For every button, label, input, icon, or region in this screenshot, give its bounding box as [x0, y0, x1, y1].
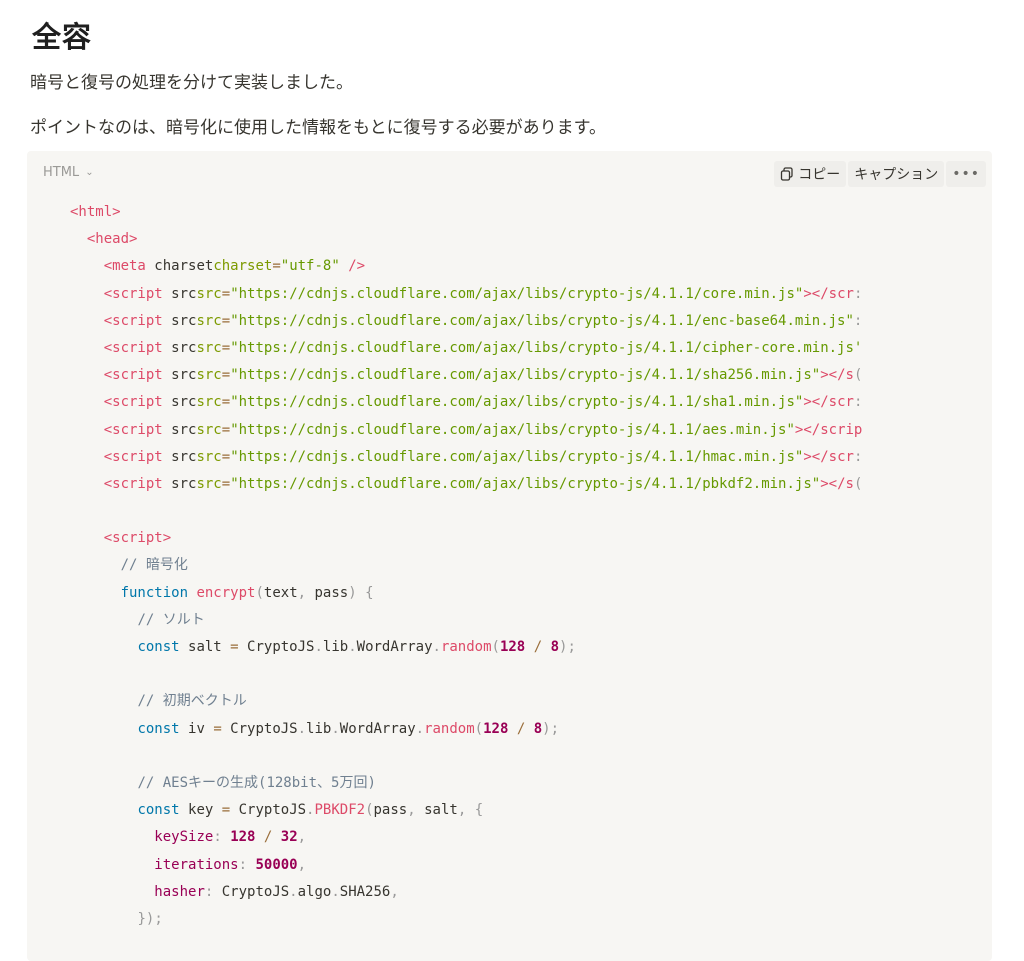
caption-label: キャプション	[854, 167, 939, 183]
page-heading: 全容	[32, 20, 93, 54]
code-block: HTML ⌄ コピー キャプション ••• <html> <head> <met…	[27, 151, 992, 961]
chevron-down-icon: ⌄	[85, 167, 94, 178]
code-line: hasher: CryptoJS.algo.SHA256,	[154, 883, 399, 900]
code-line: <script srcsrc="https://cdnjs.cloudflare…	[103, 339, 863, 356]
language-label: HTML	[43, 165, 80, 180]
code-line: <head>	[86, 231, 138, 248]
code-line: // 初期ベクトル	[137, 693, 247, 710]
code-line: iterations: 50000,	[154, 856, 307, 873]
caption-button[interactable]: キャプション	[848, 161, 945, 187]
code-line: <script srcsrc="https://cdnjs.cloudflare…	[103, 394, 863, 411]
code-line: // ソルト	[137, 611, 205, 628]
code-line: <script srcsrc="https://cdnjs.cloudflare…	[103, 448, 863, 465]
code-line: ​	[70, 498, 862, 525]
code-line: <script srcsrc="https://cdnjs.cloudflare…	[103, 421, 863, 438]
code-line: keySize: 128 / 32,	[154, 829, 307, 846]
copy-button[interactable]: コピー	[774, 161, 847, 187]
code-line: <script srcsrc="https://cdnjs.cloudflare…	[103, 475, 863, 492]
code-line: // 暗号化	[120, 557, 188, 574]
code-line: <script srcsrc="https://cdnjs.cloudflare…	[103, 367, 863, 384]
more-dots-icon: •••	[952, 166, 980, 182]
code-line: ​	[70, 661, 862, 688]
code-toolbar: コピー キャプション •••	[774, 161, 986, 187]
paragraph-intro: 暗号と復号の処理を分けて実装しました。	[30, 73, 353, 93]
code-line: <script srcsrc="https://cdnjs.cloudflare…	[103, 312, 863, 329]
paragraph-point: ポイントなのは、暗号化に使用した情報をもとに復号する必要があります。	[30, 118, 606, 138]
more-options-button[interactable]: •••	[946, 161, 986, 187]
code-line: <script srcsrc="https://cdnjs.cloudflare…	[103, 285, 863, 302]
code-line: const salt = CryptoJS.lib.WordArray.rand…	[137, 639, 576, 655]
code-line: function encrypt(text, pass) {	[120, 584, 374, 601]
code-line: // AESキーの生成(128bit、5万回)	[137, 774, 376, 791]
code-content[interactable]: <html> <head> <meta charsetcharset="utf-…	[70, 199, 862, 933]
code-line: <html>	[70, 204, 121, 220]
copy-icon	[780, 167, 794, 181]
code-line: const key = CryptoJS.PBKDF2(pass, salt, …	[137, 802, 484, 819]
language-selector[interactable]: HTML ⌄	[43, 165, 94, 180]
code-line: });	[137, 910, 163, 927]
code-line: const iv = CryptoJS.lib.WordArray.random…	[137, 720, 560, 737]
code-line: <meta charsetcharset="utf-8" />	[103, 258, 366, 275]
code-line: <script>	[103, 530, 172, 547]
code-line: ​	[70, 743, 862, 770]
copy-label: コピー	[798, 167, 841, 183]
